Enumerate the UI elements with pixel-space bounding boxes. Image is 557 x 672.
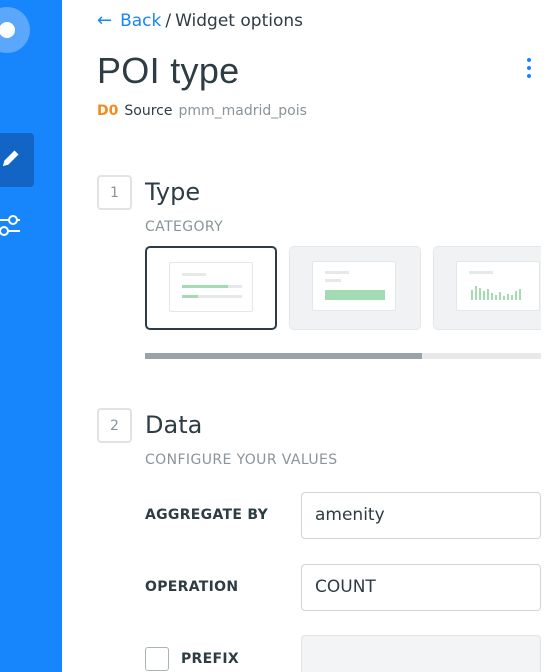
step-number-1: 1 — [97, 175, 132, 210]
type-option-histogram[interactable] — [433, 246, 541, 330]
breadcrumb-separator: / — [165, 11, 172, 31]
category-bars-icon — [169, 262, 253, 312]
app-logo[interactable] — [0, 7, 30, 53]
formula-bar-icon — [312, 261, 396, 311]
prefix-input[interactable] — [301, 635, 541, 672]
left-nav-rail — [0, 0, 62, 672]
carousel-scroll-thumb[interactable] — [145, 353, 422, 359]
sliders-icon — [0, 215, 20, 236]
back-link[interactable]: ← Back — [97, 10, 162, 31]
back-label: Back — [120, 11, 162, 31]
step-number-2: 2 — [97, 408, 132, 443]
step-subtitle-category: CATEGORY — [145, 219, 224, 235]
logo-dot — [0, 22, 15, 38]
breadcrumb-current: Widget options — [175, 11, 303, 31]
source-line: D0 Source pmm_madrid_pois — [97, 101, 307, 121]
step-title-data: Data — [145, 411, 203, 439]
aggregate-by-label: AGGREGATE BY — [145, 507, 269, 523]
histogram-icon — [456, 261, 540, 311]
type-option-formula[interactable] — [289, 246, 421, 330]
widget-type-carousel — [145, 246, 541, 330]
pencil-icon — [3, 150, 19, 166]
operation-select[interactable]: COUNT — [301, 564, 541, 611]
page-title: POI type — [97, 50, 240, 91]
prefix-label: PREFIX — [181, 651, 239, 667]
operation-label: OPERATION — [145, 579, 239, 595]
source-label: Source — [124, 103, 173, 119]
source-name: pmm_madrid_pois — [178, 103, 307, 119]
more-options-icon[interactable] — [522, 58, 536, 82]
edit-nav-button[interactable] — [0, 133, 34, 187]
aggregate-by-select[interactable]: amenity — [301, 492, 541, 539]
arrow-left-icon: ← — [97, 10, 113, 31]
source-id-badge: D0 — [97, 103, 119, 119]
step-title-type: Type — [145, 178, 201, 206]
step-subtitle-configure: CONFIGURE YOUR VALUES — [145, 452, 338, 468]
filters-nav-button[interactable] — [0, 212, 24, 238]
prefix-checkbox[interactable] — [145, 647, 169, 671]
breadcrumb: ← Back / Widget options — [97, 9, 303, 33]
type-option-category[interactable] — [145, 246, 277, 330]
